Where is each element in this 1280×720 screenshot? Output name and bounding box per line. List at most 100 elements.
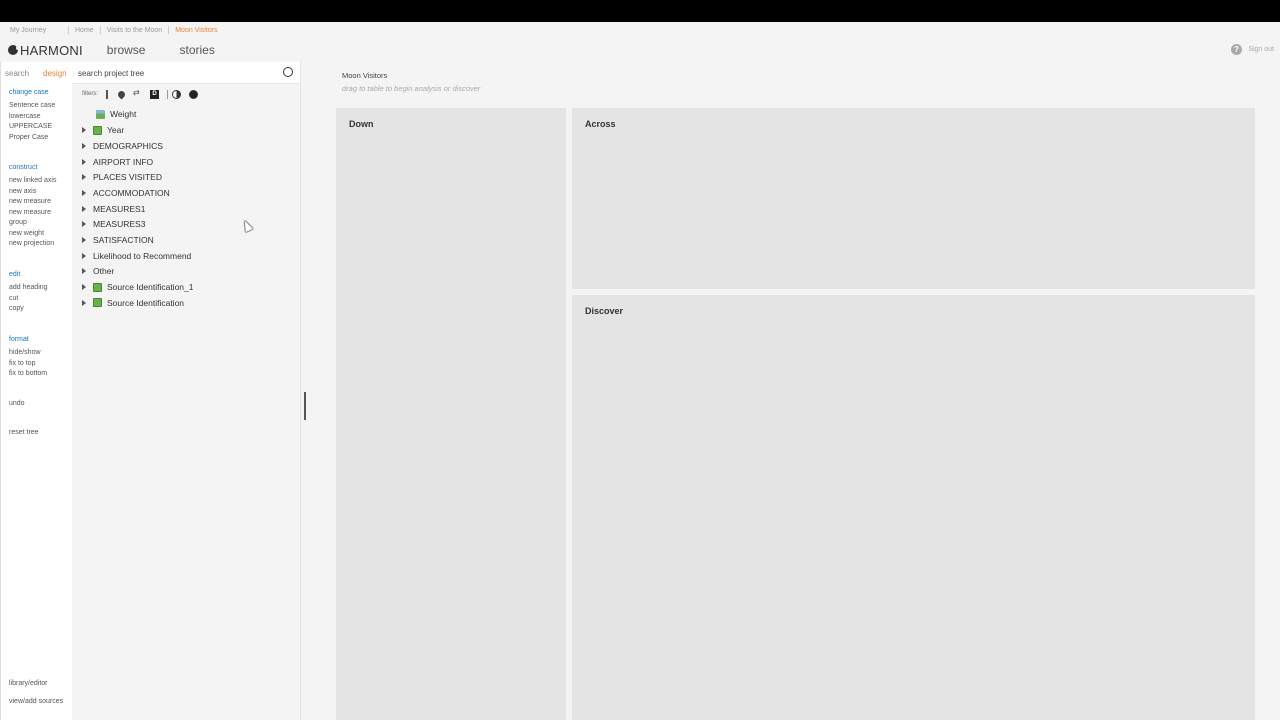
menu-new-measure[interactable]: new measure [9,197,56,208]
menu-fix-to-bottom[interactable]: fix to bottom [9,369,47,380]
tree-node-label: Year [107,125,125,135]
breadcrumb-separator [168,26,170,34]
tree-node-label: MEASURES3 [93,219,146,229]
os-top-bar [0,0,1280,22]
tree-node-weight[interactable]: Weight [96,107,136,121]
tree-node-likelihood[interactable]: Likelihood to Recommend [82,249,191,263]
filters-toolbar: filters: D [82,88,206,100]
discover-title: Discover [585,306,624,316]
bar-icon[interactable] [106,89,110,99]
expand-caret-icon[interactable] [82,174,86,180]
expand-caret-icon[interactable] [82,158,86,165]
logo-text: HARMONI [20,42,83,58]
half-circle-icon[interactable] [172,89,182,99]
expand-caret-icon[interactable] [82,190,86,196]
format-heading: format [9,336,29,343]
tree-node-label: PLACES VISITED [93,172,162,182]
construct-heading: construct [9,164,38,171]
down-title: Down [349,119,374,129]
expand-caret-icon[interactable] [82,221,86,227]
tree-node-other[interactable]: Other [82,264,114,278]
expand-caret-icon[interactable] [82,205,86,212]
menu-new-measure-group-cont[interactable]: group [9,218,56,229]
discover-drop-zone[interactable]: Discover [572,295,1255,720]
menu-new-projection[interactable]: new projection [9,239,56,250]
breadcrumb: My Journey Home Visits to the Moon Moon … [0,22,1280,38]
menu-new-linked-axis[interactable]: new linked axis [9,176,56,187]
tree-node-satisfaction[interactable]: SATISFACTION [82,233,154,247]
full-circle-icon[interactable] [189,89,199,99]
tree-node-measures1[interactable]: MEASURES1 [82,202,145,216]
app-header: HARMONI browse stories ? Sign out [0,38,1280,62]
tree-node-accommodation[interactable]: ACCOMMODATION [82,186,170,200]
tab-design[interactable]: design [43,69,67,78]
tree-node-measures3[interactable]: MEASURES3 [82,217,145,231]
expand-caret-icon[interactable] [82,237,86,243]
breadcrumb-home[interactable]: Home [75,27,94,34]
edit-heading: edit [9,271,21,278]
breadcrumb-current[interactable]: Moon Visitors [175,27,217,34]
menu-uppercase[interactable]: UPPERCASE [9,122,55,133]
tree-node-label: Source Identification_1 [107,282,194,292]
menu-new-axis[interactable]: new axis [9,187,56,198]
format-section: format hide/show fix to top fix to botto… [9,336,47,380]
change-case-heading: change case [9,89,49,96]
breadcrumb-visits[interactable]: Visits to the Moon [107,27,163,34]
tree-node-airport-info[interactable]: AIRPORT INFO [82,155,153,169]
breadcrumb-separator [68,26,69,34]
view-add-sources-link[interactable]: view/add sources [9,698,63,705]
filters-label: filters: [82,91,99,97]
expand-caret-icon[interactable] [82,299,86,306]
d-icon[interactable]: D [150,89,160,99]
source-icon [93,282,102,292]
breadcrumb-my-journey[interactable]: My Journey [10,27,62,34]
down-drop-zone[interactable]: Down [336,108,566,720]
menu-new-measure-group[interactable]: new measure [9,208,56,219]
tree-node-places-visited[interactable]: PLACES VISITED [82,170,162,184]
expand-caret-icon[interactable] [82,127,86,133]
tree-node-label: SATISFACTION [93,235,154,245]
reset-tree-button[interactable]: reset tree [9,429,39,436]
across-drop-zone[interactable]: Across [572,108,1255,289]
menu-hide-show[interactable]: hide/show [9,348,47,359]
menu-fix-to-top[interactable]: fix to top [9,359,47,370]
menu-sentence-case[interactable]: Sentence case [9,101,55,112]
search-input[interactable] [78,66,278,80]
library-editor-link[interactable]: library/editor [9,680,48,687]
menu-new-weight[interactable]: new weight [9,229,56,240]
sidebar-tabs: search design [1,62,72,84]
harmoni-logo[interactable]: HARMONI [8,43,83,58]
question-circle-icon[interactable]: ? [1231,44,1242,55]
nav-stories[interactable]: stories [179,43,214,57]
expand-caret-icon[interactable] [82,252,86,259]
tree-node-year[interactable]: Year [82,123,124,137]
tree-node-label: DEMOGRAPHICS [93,141,163,151]
page-title: Moon Visitors [342,71,388,80]
tree-node-label: Other [93,266,115,276]
menu-copy[interactable]: copy [9,304,48,315]
project-tree-panel: filters: D Weight Year DEMOGRAPHICS AIRP… [72,62,300,720]
tree-node-demographics[interactable]: DEMOGRAPHICS [82,139,163,153]
menu-cut[interactable]: cut [9,294,48,305]
across-title: Across [585,119,616,129]
undo-button[interactable]: undo [9,400,25,407]
tree-node-label: AIRPORT INFO [93,156,154,167]
expand-caret-icon[interactable] [82,284,86,290]
pin-icon[interactable] [116,89,127,99]
menu-add-heading[interactable]: add heading [9,283,48,294]
menu-lowercase[interactable]: lowercase [9,112,55,123]
menu-proper-case[interactable]: Proper Case [9,133,55,144]
tree-node-source-identification-1[interactable]: Source Identification_1 [82,280,193,294]
search-icon[interactable] [283,67,293,77]
tree-node-source-identification[interactable]: Source Identification [82,296,184,310]
filter-divider [167,89,169,99]
weight-icon [96,109,105,119]
swap-icon[interactable] [133,88,142,99]
expand-caret-icon[interactable] [82,268,86,274]
tab-search[interactable]: search [5,69,29,78]
nav-browse[interactable]: browse [107,43,146,57]
expand-caret-icon[interactable] [82,143,86,149]
logo-icon [8,45,20,55]
sign-out-link[interactable]: Sign out [1248,46,1274,53]
tree-node-label: Weight [110,109,137,119]
